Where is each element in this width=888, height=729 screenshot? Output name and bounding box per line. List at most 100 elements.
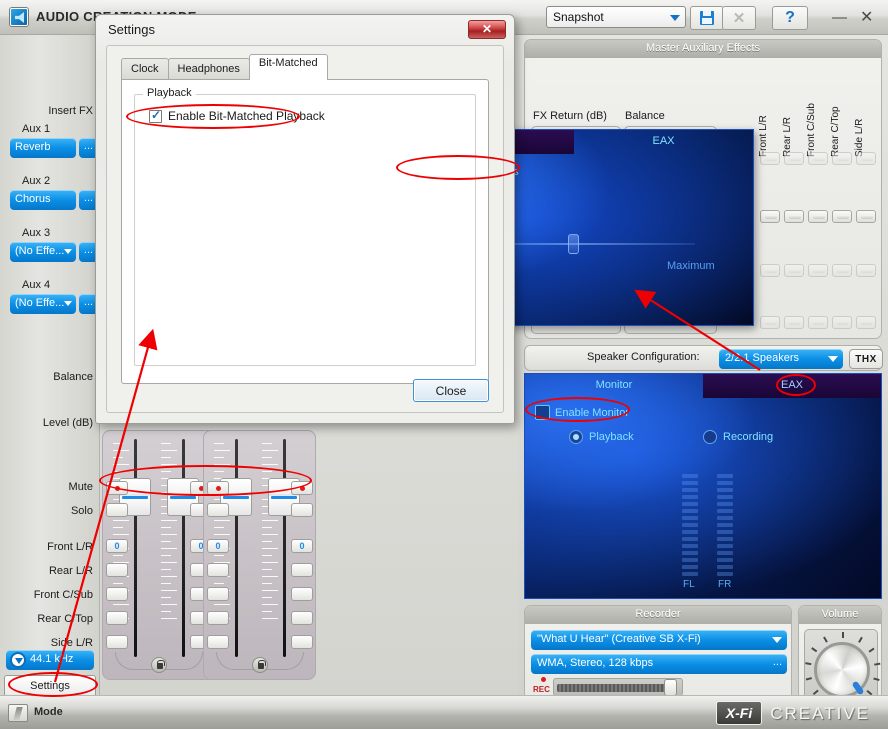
- tab-bit-matched[interactable]: Bit-Matched: [248, 54, 328, 80]
- rear-ctop-button[interactable]: [291, 611, 313, 625]
- rear-lr-button[interactable]: [106, 563, 128, 577]
- aux-2-select[interactable]: Chorus: [10, 190, 76, 210]
- aux3-front-csub-checkbox[interactable]: [808, 264, 828, 277]
- aux3-front-lr-checkbox[interactable]: [760, 264, 780, 277]
- aux4-front-csub-checkbox[interactable]: [808, 316, 828, 329]
- fader-track[interactable]: [134, 439, 137, 657]
- aux4-rear-ctop-checkbox[interactable]: [832, 316, 852, 329]
- aux-4-select[interactable]: (No Effe...: [10, 294, 76, 314]
- fader-scale: [161, 443, 179, 655]
- front-lr-button[interactable]: 0: [207, 539, 229, 553]
- enable-monitor-checkbox[interactable]: [535, 405, 550, 420]
- snapshot-select[interactable]: Snapshot: [546, 6, 686, 28]
- aux1-rear-lr-checkbox[interactable]: [784, 152, 804, 165]
- radio-recording-label: Recording: [723, 431, 774, 443]
- rec-level-slider[interactable]: [553, 678, 683, 696]
- radio-recording[interactable]: [703, 430, 717, 444]
- fader-track[interactable]: [283, 439, 286, 657]
- minimize-button[interactable]: —: [832, 10, 847, 25]
- aux3-rear-ctop-checkbox[interactable]: [832, 264, 852, 277]
- rec-level-knob[interactable]: [664, 679, 677, 696]
- settings-dialog-body: Clock Headphones Bit-Matched Playback En…: [106, 45, 504, 413]
- settings-dialog-title: Settings: [108, 22, 155, 37]
- fader-track[interactable]: [182, 439, 185, 657]
- mode-label: Mode: [34, 706, 63, 718]
- front-lr-button[interactable]: 0: [291, 539, 313, 553]
- aux2-front-csub-checkbox[interactable]: [808, 210, 828, 223]
- fader-track[interactable]: [235, 439, 238, 657]
- front-csub-button[interactable]: [207, 587, 229, 601]
- snapshot-combo-wrap: Snapshot: [546, 6, 686, 28]
- help-button[interactable]: ?: [772, 6, 808, 30]
- aux1-front-csub-checkbox[interactable]: [808, 152, 828, 165]
- aux-2-value: Chorus: [15, 193, 51, 205]
- aux-3-select[interactable]: (No Effe...: [10, 242, 76, 262]
- rear-lr-button[interactable]: [207, 563, 229, 577]
- row-label-rear-ctop: Rear C/Top: [37, 613, 93, 625]
- aux-1-select[interactable]: Reverb: [10, 138, 76, 158]
- tab-headphones[interactable]: Headphones: [167, 58, 250, 80]
- close-window-button[interactable]: ✕: [860, 10, 873, 26]
- side-lr-button[interactable]: [291, 635, 313, 649]
- col-header-front-lr: Front L/R: [758, 115, 769, 157]
- volume-knob[interactable]: [814, 642, 870, 698]
- thx-button[interactable]: THX: [849, 349, 883, 369]
- tab-eax[interactable]: EAX: [703, 374, 881, 398]
- settings-close-button[interactable]: Close: [413, 379, 489, 402]
- aux-2-label: Aux 2: [22, 175, 51, 187]
- delete-x-icon: ✕: [732, 9, 746, 27]
- eax-max-label: Maximum: [667, 260, 715, 272]
- eax-amount-slider-knob[interactable]: [568, 234, 579, 254]
- rear-ctop-button[interactable]: [106, 611, 128, 625]
- aux2-side-lr-checkbox[interactable]: [856, 210, 876, 223]
- sample-rate-button[interactable]: 44.1 kHz: [6, 650, 94, 670]
- aux2-rear-lr-checkbox[interactable]: [784, 210, 804, 223]
- mode-icon[interactable]: [8, 704, 28, 722]
- side-lr-button[interactable]: [106, 635, 128, 649]
- front-csub-button[interactable]: [106, 587, 128, 601]
- radio-playback[interactable]: [569, 430, 583, 444]
- chevron-down-icon: [828, 356, 838, 362]
- mute-button[interactable]: [106, 481, 128, 495]
- aux1-rear-ctop-checkbox[interactable]: [832, 152, 852, 165]
- aux3-rear-lr-checkbox[interactable]: [784, 264, 804, 277]
- tab-monitor[interactable]: Monitor: [525, 374, 703, 398]
- front-csub-button[interactable]: [291, 587, 313, 601]
- tab-clock[interactable]: Clock: [121, 58, 169, 80]
- mute-button[interactable]: [207, 481, 229, 495]
- solo-button[interactable]: [106, 503, 128, 517]
- rec-indicator-dot: [541, 677, 546, 682]
- recorder-source-select[interactable]: "What U Hear" (Creative SB X-Fi): [531, 630, 787, 650]
- solo-button[interactable]: [291, 503, 313, 517]
- front-lr-button[interactable]: 0: [106, 539, 128, 553]
- aux1-side-lr-checkbox[interactable]: [856, 152, 876, 165]
- aux4-side-lr-checkbox[interactable]: [856, 316, 876, 329]
- tab-eax[interactable]: EAX: [574, 130, 753, 154]
- aux1-front-lr-checkbox[interactable]: [760, 152, 780, 165]
- mute-button[interactable]: [291, 481, 313, 495]
- aux-1-value: Reverb: [15, 141, 51, 153]
- delete-snapshot-button[interactable]: ✕: [722, 6, 756, 30]
- enable-bit-matched-checkbox[interactable]: [149, 108, 162, 123]
- lock-icon[interactable]: [252, 657, 268, 673]
- aux-1-row: Reverb ...: [10, 138, 98, 158]
- aux4-rear-lr-checkbox[interactable]: [784, 316, 804, 329]
- recorder-format-select[interactable]: WMA, Stereo, 128 kbps ...: [531, 654, 787, 674]
- meter-label-fr: FR: [718, 579, 732, 590]
- save-snapshot-button[interactable]: [690, 6, 724, 30]
- rear-ctop-button[interactable]: [207, 611, 229, 625]
- solo-button[interactable]: [207, 503, 229, 517]
- settings-button[interactable]: Settings: [4, 675, 96, 697]
- aux3-side-lr-checkbox[interactable]: [856, 264, 876, 277]
- speaker-config-select[interactable]: 2/2.1 Speakers: [719, 349, 843, 369]
- enable-bit-matched-row[interactable]: Enable Bit-Matched Playback: [149, 108, 325, 123]
- aux2-front-lr-checkbox[interactable]: [760, 210, 780, 223]
- lock-icon[interactable]: [151, 657, 167, 673]
- rear-lr-button[interactable]: [291, 563, 313, 577]
- aux4-front-lr-checkbox[interactable]: [760, 316, 780, 329]
- master-aux-title: Master Auxiliary Effects: [525, 40, 881, 58]
- side-lr-button[interactable]: [207, 635, 229, 649]
- radio-playback-label: Playback: [589, 431, 634, 443]
- settings-dialog-close-button[interactable]: ✕: [468, 20, 506, 39]
- aux2-rear-ctop-checkbox[interactable]: [832, 210, 852, 223]
